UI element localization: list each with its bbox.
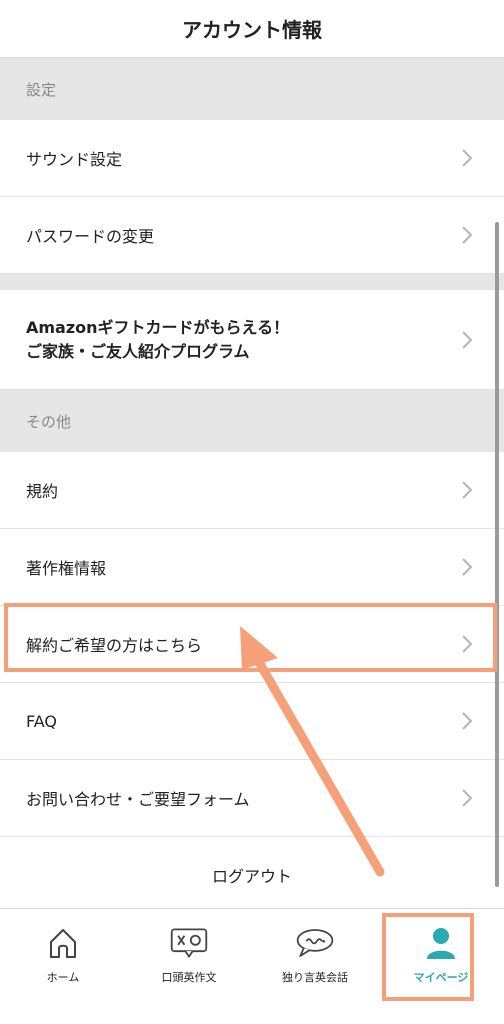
row-label: 規約 — [26, 482, 59, 501]
bottom-tab-bar: ホーム 口頭英作文 独り言英会話 マイページ — [0, 908, 504, 1024]
contact-form-row[interactable]: お問い合わせ・ご要望フォーム — [0, 760, 504, 837]
referral-line-1: Amazonギフトカードがもらえる！ — [26, 317, 290, 337]
chevron-right-icon — [456, 710, 478, 732]
row-label: サウンド設定 — [26, 150, 123, 169]
tab-monologue-conversation[interactable]: 独り言英会話 — [252, 909, 378, 1024]
tab-oral-composition[interactable]: 口頭英作文 — [126, 909, 252, 1024]
chevron-right-icon — [456, 479, 478, 501]
home-icon — [43, 923, 83, 963]
page-title: アカウント情報 — [182, 18, 322, 42]
tab-home[interactable]: ホーム — [0, 909, 126, 1024]
tab-label: 口頭英作文 — [161, 971, 217, 984]
change-password-row[interactable]: パスワードの変更 — [0, 197, 504, 274]
logout-button[interactable]: ログアウト — [0, 837, 504, 908]
referral-line-2: ご家族・ご友人紹介プログラム — [26, 341, 250, 361]
settings-list[interactable]: 設定 サウンド設定 パスワードの変更 Amazonギフトカードがもらえる！ ご家… — [0, 58, 504, 908]
chevron-right-icon — [456, 147, 478, 169]
oral-composition-icon — [169, 923, 209, 963]
chevron-right-icon — [456, 224, 478, 246]
row-label: パスワードの変更 — [26, 227, 155, 246]
annotation-highlight-box-tab — [382, 913, 474, 1001]
annotation-highlight-box — [4, 603, 497, 672]
section-divider — [0, 274, 504, 290]
speech-bubble-icon — [295, 923, 335, 963]
row-label: お問い合わせ・ご要望フォーム — [26, 790, 250, 809]
referral-label: Amazonギフトカードがもらえる！ ご家族・ご友人紹介プログラム — [26, 316, 289, 364]
referral-program-row[interactable]: Amazonギフトカードがもらえる！ ご家族・ご友人紹介プログラム — [0, 290, 504, 390]
row-label: 著作権情報 — [26, 559, 107, 578]
copyright-row[interactable]: 著作権情報 — [0, 529, 504, 606]
chevron-right-icon — [456, 787, 478, 809]
chevron-right-icon — [456, 329, 478, 351]
chevron-right-icon — [456, 556, 478, 578]
terms-row[interactable]: 規約 — [0, 452, 504, 529]
app-header: アカウント情報 — [0, 0, 504, 58]
section-header-other: その他 — [0, 390, 504, 452]
section-header-settings: 設定 — [0, 58, 504, 120]
faq-row[interactable]: FAQ — [0, 683, 504, 760]
scrollbar[interactable] — [495, 222, 499, 887]
tab-label: 独り言英会話 — [282, 971, 348, 984]
logout-label: ログアウト — [211, 867, 292, 886]
row-label: FAQ — [26, 711, 57, 731]
sound-settings-row[interactable]: サウンド設定 — [0, 120, 504, 197]
tab-label: ホーム — [46, 971, 80, 984]
